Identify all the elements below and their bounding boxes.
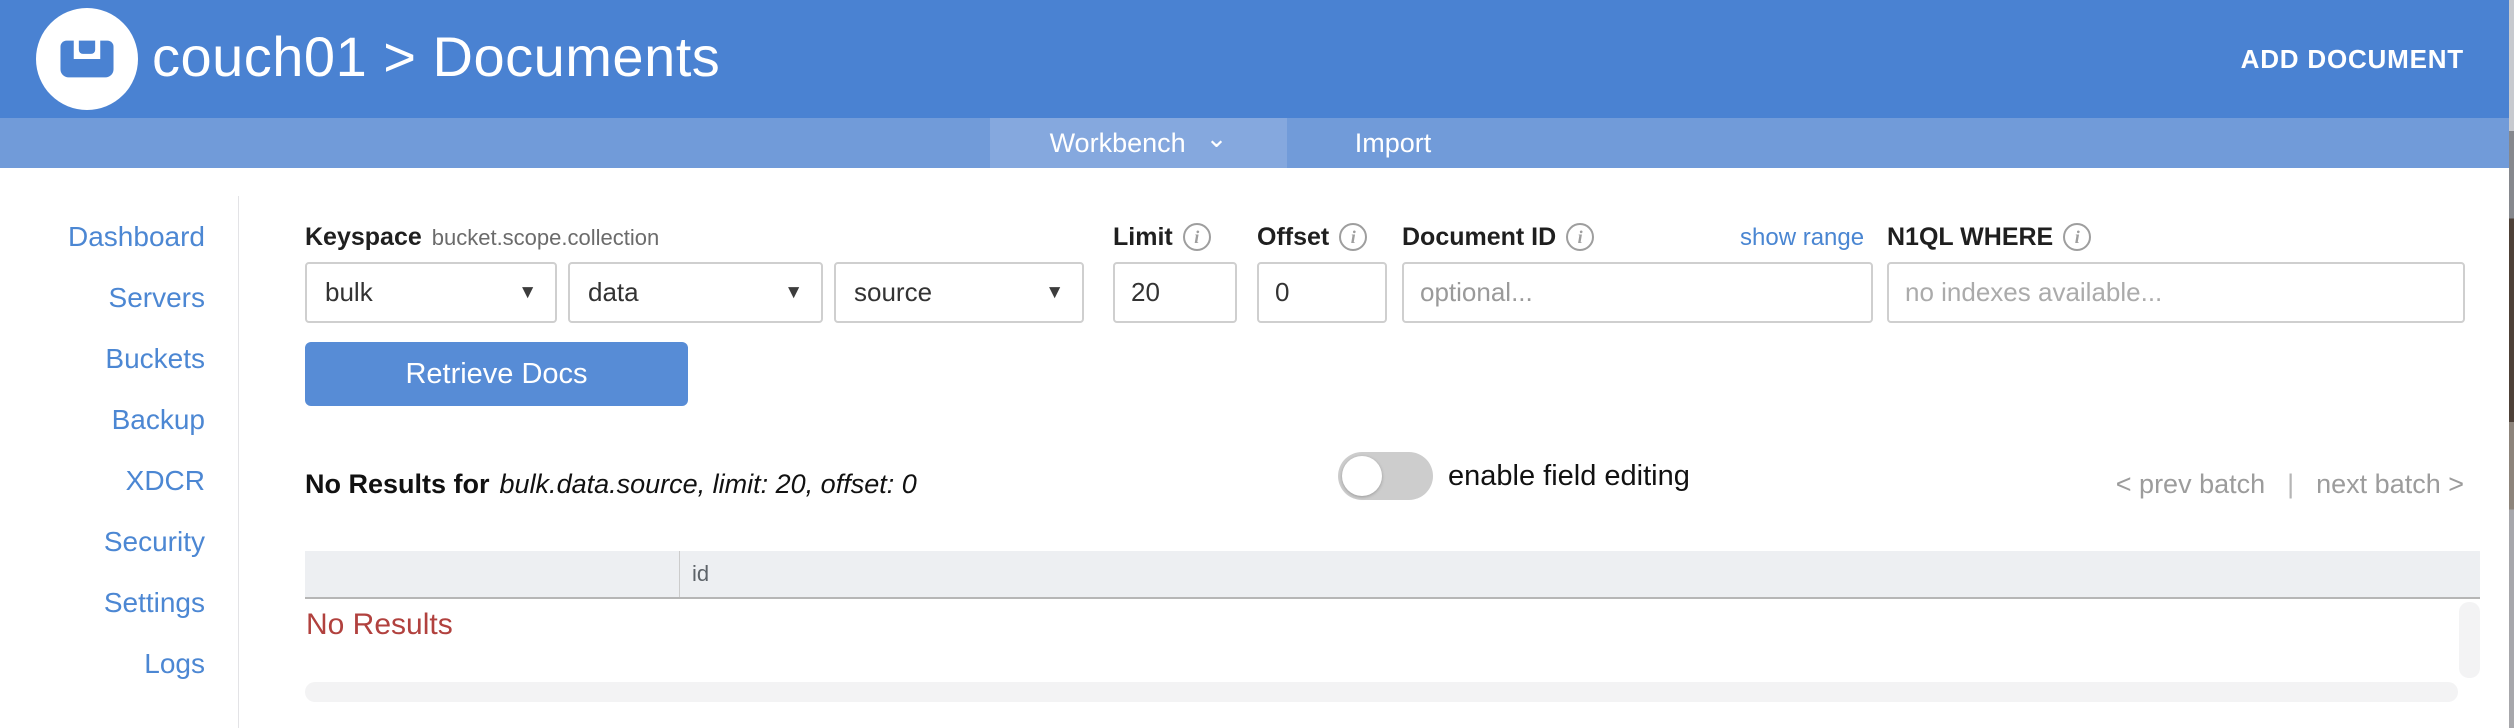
prev-batch-link[interactable]: < prev batch (2116, 467, 2265, 501)
collection-select[interactable]: source ▼ (834, 262, 1084, 323)
batch-separator: | (2287, 467, 2294, 501)
info-icon[interactable]: i (2063, 223, 2091, 251)
offset-label-text: Offset (1257, 223, 1329, 251)
sidebar-item-backup[interactable]: Backup (0, 389, 205, 450)
column-divider (679, 551, 680, 597)
keyspace-hint: bucket.scope.collection (432, 225, 659, 250)
id-column-header: id (692, 551, 709, 597)
dropdown-arrow-icon: ▼ (518, 282, 537, 304)
chevron-down-icon: ⌄ (1206, 123, 1228, 154)
n1ql-where-input[interactable] (1887, 262, 2465, 323)
app-header: couch01 > Documents ADD DOCUMENT (0, 0, 2514, 118)
retrieve-docs-button[interactable]: Retrieve Docs (305, 342, 688, 406)
couchbase-documents-page: couch01 > Documents ADD DOCUMENT Workben… (0, 0, 2514, 728)
subnav-bar: Workbench ⌄ Import (0, 118, 2514, 168)
bucket-select-value: bulk (325, 277, 518, 308)
add-document-button[interactable]: ADD DOCUMENT (2241, 0, 2464, 118)
window-edge-strip (2509, 0, 2514, 728)
sidebar-item-security[interactable]: Security (0, 511, 205, 572)
vertical-scrollbar[interactable] (2459, 602, 2480, 678)
toggle-knob (1342, 456, 1382, 496)
keyspace-label: Keyspace bucket.scope.collection (305, 220, 659, 254)
page-title: couch01 > Documents (152, 0, 720, 118)
info-icon[interactable]: i (1183, 223, 1211, 251)
document-id-label: Document ID i (1402, 220, 1594, 254)
query-summary: bulk.data.source, limit: 20, offset: 0 (500, 469, 917, 499)
sidebar-divider (238, 196, 239, 728)
documents-table-header: id (305, 551, 2480, 599)
bucket-select[interactable]: bulk ▼ (305, 262, 557, 323)
batch-navigation: < prev batch | next batch > (2116, 467, 2464, 501)
tab-workbench[interactable]: Workbench ⌄ (990, 118, 1287, 168)
limit-label: Limiti (1113, 220, 1211, 254)
offset-input[interactable] (1257, 262, 1387, 323)
sidebar-item-settings[interactable]: Settings (0, 572, 205, 633)
horizontal-scrollbar[interactable] (305, 682, 2458, 702)
sidebar-item-xdcr[interactable]: XDCR (0, 450, 205, 511)
sidebar-nav: Dashboard Servers Buckets Backup XDCR Se… (0, 206, 205, 694)
offset-label: Offseti (1257, 220, 1367, 254)
tab-import-label: Import (1355, 128, 1432, 159)
tab-workbench-label: Workbench (1050, 128, 1186, 159)
document-id-input[interactable] (1402, 262, 1873, 323)
scope-select-value: data (588, 277, 784, 308)
limit-input[interactable] (1113, 262, 1237, 323)
n1ql-where-label-text: N1QL WHERE (1887, 223, 2053, 251)
sidebar-item-servers[interactable]: Servers (0, 267, 205, 328)
n1ql-where-label: N1QL WHERE i (1887, 220, 2091, 254)
dropdown-arrow-icon: ▼ (784, 282, 803, 304)
next-batch-link[interactable]: next batch > (2316, 467, 2464, 501)
info-icon[interactable]: i (1566, 223, 1594, 251)
keyspace-label-text: Keyspace (305, 223, 422, 251)
limit-label-text: Limit (1113, 223, 1173, 251)
couchbase-logo-icon (36, 8, 138, 110)
show-range-link[interactable]: show range (1740, 224, 1864, 252)
dropdown-arrow-icon: ▼ (1045, 282, 1064, 304)
document-id-label-text: Document ID (1402, 223, 1556, 251)
scope-select[interactable]: data ▼ (568, 262, 823, 323)
no-results-message: No Results (306, 608, 453, 642)
sidebar-item-buckets[interactable]: Buckets (0, 328, 205, 389)
info-icon[interactable]: i (1339, 223, 1367, 251)
no-results-prefix: No Results for (305, 469, 490, 499)
field-editing-toggle[interactable] (1338, 452, 1433, 500)
sidebar-item-dashboard[interactable]: Dashboard (0, 206, 205, 267)
results-status: No Results for bulk.data.source, limit: 2… (305, 467, 917, 501)
collection-select-value: source (854, 277, 1045, 308)
field-editing-label: enable field editing (1448, 452, 1690, 500)
tab-import[interactable]: Import (1287, 118, 1499, 168)
sidebar-item-logs[interactable]: Logs (0, 633, 205, 694)
